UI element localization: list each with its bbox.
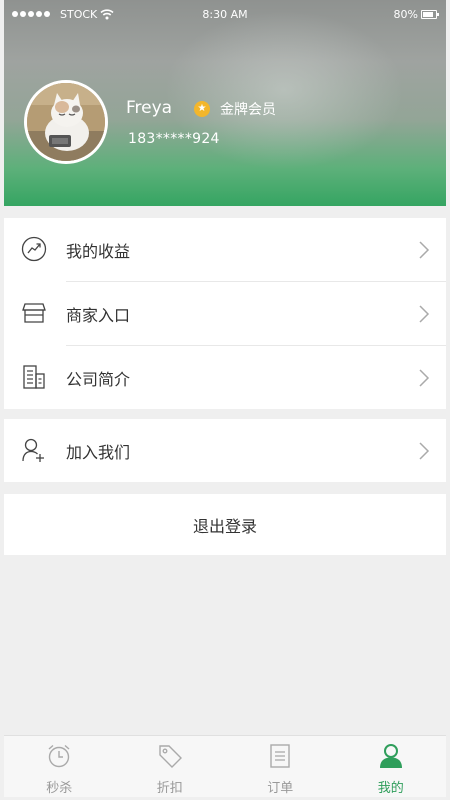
- order-list-icon: [270, 744, 290, 768]
- star-badge-icon: ★: [194, 101, 210, 117]
- menu-item-company[interactable]: 公司简介: [4, 346, 446, 409]
- earnings-icon: [21, 236, 47, 262]
- battery-icon: [421, 10, 439, 19]
- logout-button[interactable]: 退出登录: [4, 494, 446, 555]
- profile-header: STOCK 8:30 AM 80% Freya ★ 金牌会员 183*****9…: [4, 0, 446, 206]
- bottom-tab-bar: 秒杀 折扣 订单 我的: [4, 735, 446, 797]
- add-user-icon: [22, 438, 44, 462]
- menu-group-join: 加入我们: [4, 419, 446, 482]
- menu-group-main: 我的收益 商家入口 公司简介: [4, 218, 446, 409]
- username: Freya: [126, 98, 173, 118]
- user-icon: [379, 744, 402, 768]
- status-time: 8:30 AM: [202, 8, 248, 21]
- tab-flash-sale[interactable]: 秒杀: [4, 736, 115, 797]
- menu-item-merchant[interactable]: 商家入口: [4, 282, 446, 345]
- menu-label-earnings: 我的收益: [66, 241, 131, 261]
- menu-label-company: 公司简介: [66, 369, 131, 389]
- alarm-clock-icon: [48, 744, 70, 768]
- chevron-right-icon: [419, 241, 430, 259]
- avatar-cat-image: [27, 83, 105, 161]
- tab-label-discount: 折扣: [156, 781, 183, 796]
- tab-label-orders: 订单: [267, 781, 294, 796]
- membership-label: 金牌会员: [220, 102, 276, 118]
- building-icon: [23, 365, 45, 389]
- avatar[interactable]: [24, 80, 108, 164]
- tab-orders[interactable]: 订单: [225, 736, 336, 797]
- tab-label-flash-sale: 秒杀: [46, 781, 73, 796]
- menu-label-merchant: 商家入口: [66, 305, 131, 325]
- membership-badge: ★ 金牌会员: [194, 100, 276, 118]
- tab-me[interactable]: 我的: [336, 736, 447, 797]
- chevron-right-icon: [419, 442, 430, 460]
- menu-item-earnings[interactable]: 我的收益: [4, 218, 446, 281]
- chevron-right-icon: [419, 369, 430, 387]
- menu-item-join-us[interactable]: 加入我们: [4, 419, 446, 482]
- chevron-right-icon: [419, 305, 430, 323]
- battery-percentage: 80%: [393, 8, 418, 21]
- tag-icon: [159, 745, 182, 768]
- store-icon: [22, 303, 46, 323]
- status-bar: STOCK 8:30 AM 80%: [4, 0, 446, 30]
- phone-number: 183*****924: [128, 131, 220, 147]
- tab-discount[interactable]: 折扣: [115, 736, 226, 797]
- menu-label-join-us: 加入我们: [66, 442, 131, 462]
- tab-label-me: 我的: [377, 781, 404, 796]
